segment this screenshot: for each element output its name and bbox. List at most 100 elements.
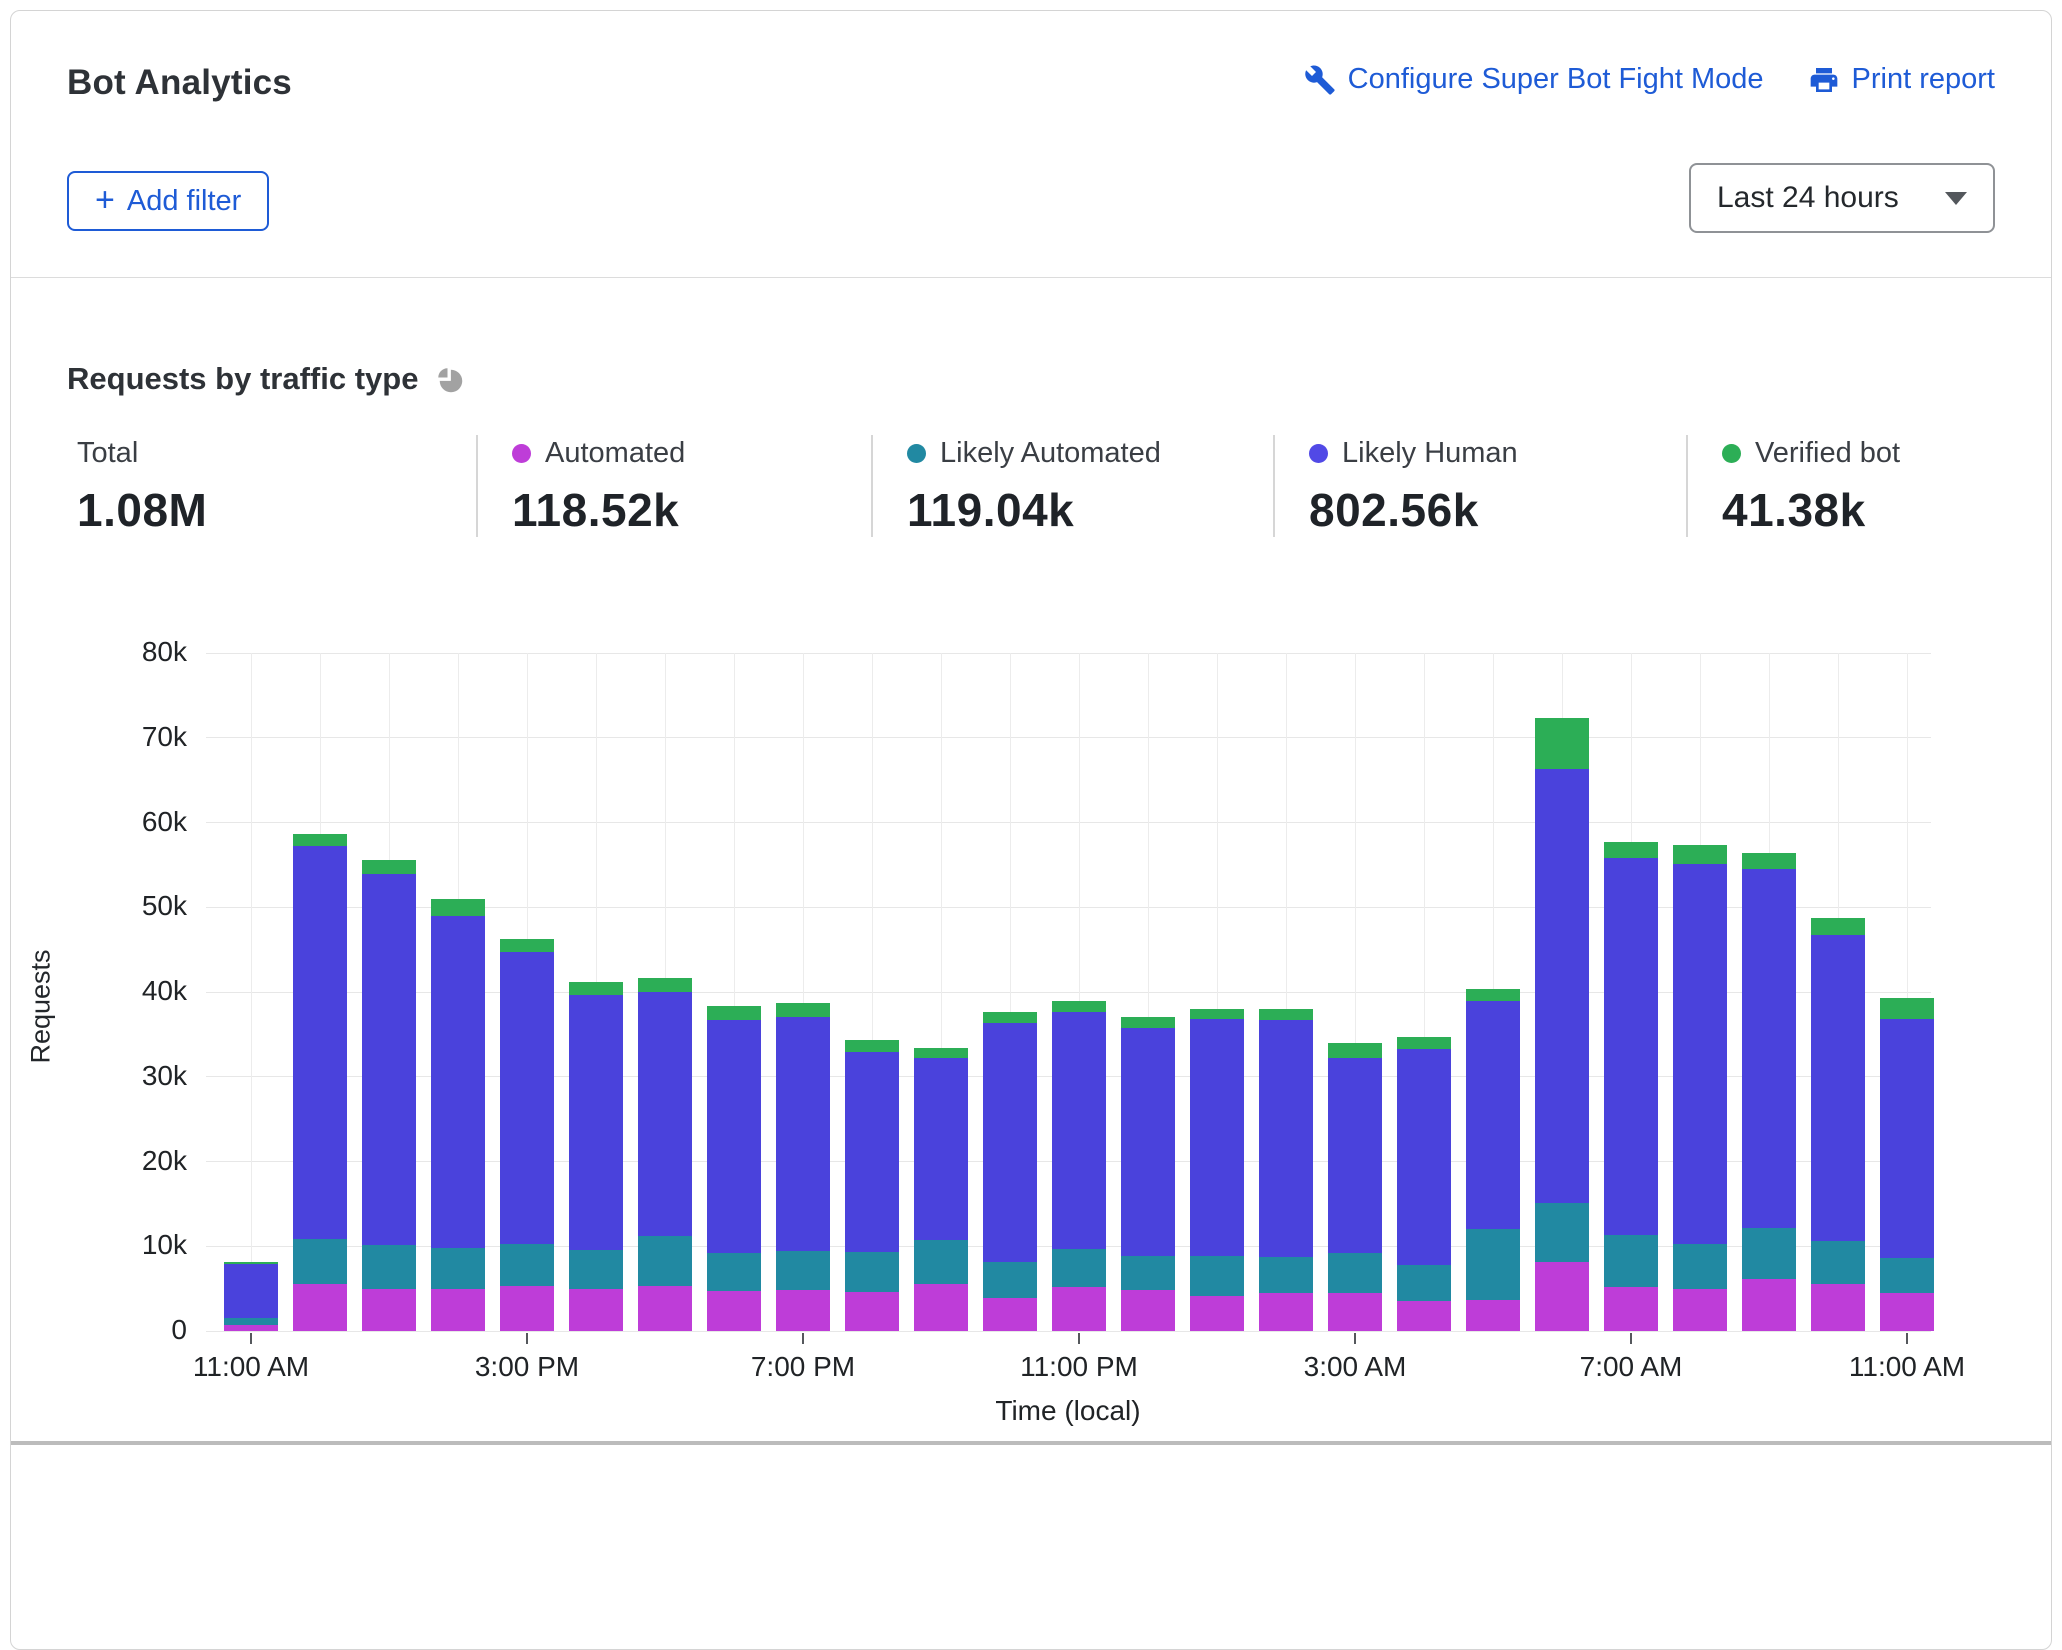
bar-2:00 PM[interactable] [431, 899, 485, 1331]
bar-1:00 PM[interactable] [362, 860, 416, 1331]
x-tick-label: 11:00 PM [969, 1351, 1189, 1383]
segment-likely-human [707, 1020, 761, 1253]
bar-10:00 AM[interactable] [1811, 918, 1865, 1331]
x-tick [526, 1333, 528, 1344]
bar-11:00 PM[interactable] [1052, 1001, 1106, 1331]
segment-automated [1673, 1289, 1727, 1331]
bar-6:00 PM[interactable] [707, 1006, 761, 1331]
x-tick [1078, 1333, 1080, 1344]
bar-10:00 PM[interactable] [983, 1012, 1037, 1331]
bar-2:00 AM[interactable] [1259, 1009, 1313, 1331]
segment-verified-bot [776, 1003, 830, 1017]
segment-likely-automated [431, 1248, 485, 1289]
bar-12:00 AM[interactable] [1121, 1017, 1175, 1331]
stat-value: 118.52k [512, 483, 851, 537]
h-gridline [206, 737, 1931, 738]
y-tick-label: 50k [67, 890, 187, 922]
segment-likely-automated [1880, 1258, 1934, 1293]
stat-value: 1.08M [77, 483, 456, 537]
segment-likely-human [1052, 1012, 1106, 1249]
x-tick-label: 11:00 AM [141, 1351, 361, 1383]
y-tick-label: 20k [67, 1145, 187, 1177]
stat-label: Automated [545, 437, 685, 470]
segment-likely-human [224, 1264, 278, 1318]
segment-likely-human [569, 995, 623, 1249]
segment-likely-human [1190, 1019, 1244, 1256]
segment-likely-automated [1397, 1265, 1451, 1301]
segment-likely-human [293, 846, 347, 1238]
segment-likely-automated [293, 1239, 347, 1285]
bottom-divider [11, 1441, 2051, 1445]
segment-verified-bot [431, 899, 485, 916]
x-tick-label: 7:00 AM [1521, 1351, 1741, 1383]
segment-likely-human [500, 952, 554, 1244]
segment-verified-bot [293, 834, 347, 846]
likely-automated-legend-dot [907, 444, 926, 463]
segment-verified-bot [1742, 853, 1796, 869]
segment-likely-human [638, 992, 692, 1236]
segment-verified-bot [845, 1040, 899, 1052]
time-range-dropdown[interactable]: Last 24 hours [1689, 163, 1995, 233]
segment-verified-bot [1466, 989, 1520, 1001]
segment-likely-automated [983, 1262, 1037, 1298]
bar-8:00 AM[interactable] [1673, 845, 1727, 1331]
y-tick-label: 40k [67, 975, 187, 1007]
print-report-link[interactable]: Print report [1808, 63, 1995, 96]
bar-9:00 PM[interactable] [914, 1048, 968, 1331]
bar-4:00 PM[interactable] [569, 982, 623, 1331]
bar-7:00 PM[interactable] [776, 1003, 830, 1331]
automated-legend-dot [512, 444, 531, 463]
bar-5:00 AM[interactable] [1466, 989, 1520, 1331]
segment-likely-human [845, 1052, 899, 1252]
segment-likely-human [1397, 1049, 1451, 1265]
bar-8:00 PM[interactable] [845, 1040, 899, 1331]
segment-likely-human [1121, 1028, 1175, 1256]
configure-super-bot-fight-mode-link[interactable]: Configure Super Bot Fight Mode [1304, 63, 1764, 96]
segment-likely-automated [845, 1252, 899, 1292]
bar-3:00 PM[interactable] [500, 939, 554, 1331]
bar-3:00 AM[interactable] [1328, 1043, 1382, 1331]
segment-verified-bot [1259, 1009, 1313, 1020]
segment-likely-automated [1190, 1256, 1244, 1296]
segment-automated [500, 1286, 554, 1331]
y-tick-label: 80k [67, 636, 187, 668]
segment-likely-human [1811, 935, 1865, 1241]
bar-5:00 PM[interactable] [638, 978, 692, 1331]
y-tick-label: 60k [67, 806, 187, 838]
segment-automated [1466, 1300, 1520, 1331]
segment-verified-bot [1811, 918, 1865, 935]
segment-likely-automated [1259, 1257, 1313, 1293]
segment-automated [293, 1284, 347, 1331]
segment-automated [1880, 1293, 1934, 1331]
segment-automated [569, 1289, 623, 1331]
add-filter-button[interactable]: + Add filter [67, 171, 269, 231]
x-tick-label: 3:00 PM [417, 1351, 637, 1383]
bar-4:00 AM[interactable] [1397, 1037, 1451, 1331]
bar-1:00 AM[interactable] [1190, 1009, 1244, 1331]
bar-11:00 AM[interactable] [1880, 998, 1934, 1331]
segment-verified-bot [983, 1012, 1037, 1023]
stat-total: Total 1.08M [77, 435, 476, 537]
bar-11:00 AM[interactable] [224, 1262, 278, 1331]
bar-9:00 AM[interactable] [1742, 853, 1796, 1331]
segment-likely-automated [1328, 1253, 1382, 1293]
y-tick-label: 30k [67, 1060, 187, 1092]
segment-verified-bot [362, 860, 416, 874]
segment-likely-automated [776, 1251, 830, 1290]
stat-value: 41.38k [1722, 483, 1900, 537]
bar-7:00 AM[interactable] [1604, 842, 1658, 1331]
stat-likely-human: Likely Human 802.56k [1273, 435, 1686, 537]
bar-12:00 PM[interactable] [293, 834, 347, 1331]
plus-icon: + [95, 183, 115, 217]
stat-label: Likely Automated [940, 437, 1161, 470]
segment-automated [1259, 1293, 1313, 1331]
segment-likely-human [1259, 1020, 1313, 1257]
segment-automated [1397, 1301, 1451, 1332]
section-title: Requests by traffic type [67, 361, 418, 397]
bar-6:00 AM[interactable] [1535, 718, 1589, 1331]
segment-automated [1328, 1293, 1382, 1331]
segment-likely-automated [224, 1318, 278, 1325]
segment-verified-bot [707, 1006, 761, 1020]
time-range-value: Last 24 hours [1717, 181, 1899, 215]
segment-automated [914, 1284, 968, 1331]
